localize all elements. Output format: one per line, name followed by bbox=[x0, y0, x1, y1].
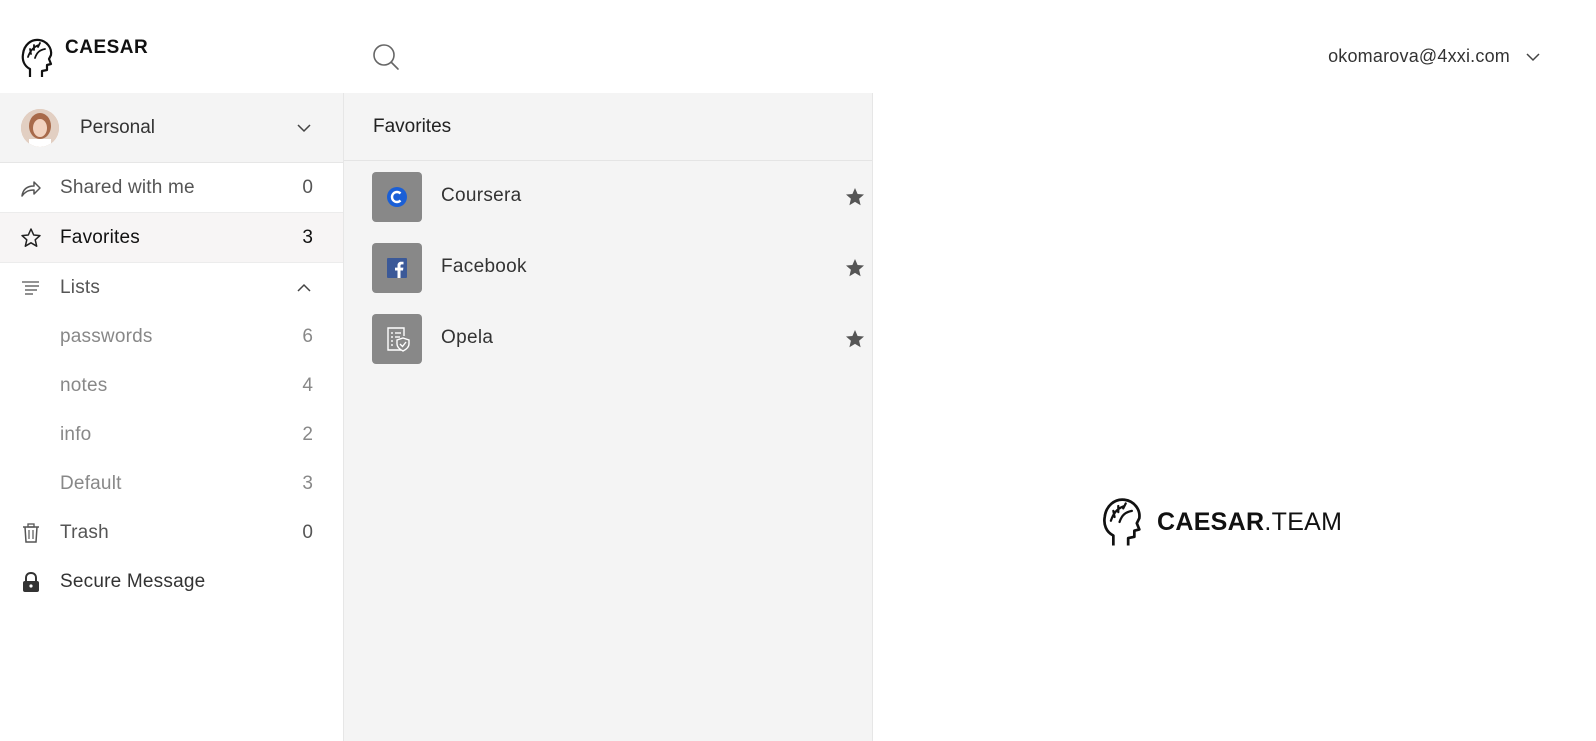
star-outline-icon bbox=[21, 227, 41, 247]
facebook-icon bbox=[372, 243, 422, 293]
sidebar-item-count: 6 bbox=[302, 325, 313, 347]
sidebar-item-label: Default bbox=[60, 472, 122, 494]
coursera-icon bbox=[372, 172, 422, 222]
sidebar-list-passwords[interactable]: passwords 6 bbox=[0, 312, 343, 361]
sidebar-item-label: passwords bbox=[60, 325, 153, 347]
list-item[interactable]: Coursera bbox=[344, 161, 872, 232]
sidebar-item-count: 0 bbox=[302, 521, 313, 543]
detail-panel: CAESAR.TEAM bbox=[873, 93, 1596, 741]
sidebar-item-lists[interactable]: Lists bbox=[0, 263, 343, 312]
sidebar-item-favorites[interactable]: Favorites 3 bbox=[0, 213, 343, 263]
sidebar-item-count: 4 bbox=[302, 374, 313, 396]
star-filled-icon[interactable] bbox=[845, 258, 865, 278]
search-icon[interactable] bbox=[372, 43, 400, 71]
star-filled-icon[interactable] bbox=[845, 187, 865, 207]
vault-name: Personal bbox=[80, 116, 155, 138]
caesar-head-icon bbox=[1103, 498, 1141, 546]
entries-panel: Favorites Coursera Facebook Opela bbox=[344, 93, 873, 741]
sidebar-list-default[interactable]: Default 3 bbox=[0, 459, 343, 508]
sidebar-item-count: 0 bbox=[302, 176, 313, 198]
sidebar-item-count: 3 bbox=[302, 226, 313, 248]
entries-title: Favorites bbox=[373, 115, 452, 137]
chevron-down-icon bbox=[1526, 52, 1540, 61]
lock-icon bbox=[23, 571, 39, 592]
document-shield-icon bbox=[372, 314, 422, 364]
sidebar-item-count: 2 bbox=[302, 423, 313, 445]
sidebar-item-label: notes bbox=[60, 374, 108, 396]
list-icon bbox=[22, 280, 39, 295]
entries-header: Favorites bbox=[344, 93, 872, 161]
avatar bbox=[21, 108, 59, 147]
sidebar: Personal Shared with me 0 Favorites 3 Li… bbox=[0, 93, 344, 741]
brand-logo: CAESAR.TEAM bbox=[1101, 496, 1342, 548]
sidebar-item-label: Secure Message bbox=[60, 570, 206, 592]
list-item[interactable]: Facebook bbox=[344, 232, 872, 303]
list-item[interactable]: Opela bbox=[344, 303, 872, 374]
sidebar-item-label: Trash bbox=[60, 521, 109, 543]
app-logo[interactable]: CAESAR bbox=[20, 37, 148, 79]
sidebar-item-trash[interactable]: Trash 0 bbox=[0, 508, 343, 557]
sidebar-list-info[interactable]: info 2 bbox=[0, 410, 343, 459]
app-logo-text: CAESAR bbox=[65, 37, 149, 58]
account-menu[interactable]: okomarova@4xxi.com bbox=[1328, 46, 1540, 67]
star-filled-icon[interactable] bbox=[845, 329, 865, 349]
caesar-head-icon bbox=[21, 38, 53, 77]
entry-name: Facebook bbox=[441, 256, 527, 277]
vault-selector[interactable]: Personal bbox=[0, 93, 343, 163]
chevron-down-icon bbox=[297, 124, 311, 133]
brand-text-bold: CAESAR bbox=[1157, 507, 1265, 536]
avatar-image bbox=[21, 108, 59, 147]
sidebar-item-label: info bbox=[60, 423, 92, 445]
entry-name: Opela bbox=[441, 327, 494, 348]
sidebar-item-label: Shared with me bbox=[60, 176, 195, 198]
sidebar-item-label: Lists bbox=[60, 276, 101, 298]
sidebar-list-notes[interactable]: notes 4 bbox=[0, 361, 343, 410]
trash-icon bbox=[23, 522, 39, 543]
share-icon bbox=[21, 180, 41, 197]
account-email: okomarova@4xxi.com bbox=[1328, 46, 1510, 66]
sidebar-item-label: Favorites bbox=[60, 226, 140, 248]
top-bar: CAESAR okomarova@4xxi.com bbox=[0, 0, 1596, 94]
brand-text: CAESAR.TEAM bbox=[1157, 508, 1342, 537]
sidebar-item-count: 3 bbox=[302, 472, 313, 494]
sidebar-item-secure-message[interactable]: Secure Message bbox=[0, 557, 343, 606]
sidebar-item-shared-with-me[interactable]: Shared with me 0 bbox=[0, 163, 343, 213]
chevron-up-icon[interactable] bbox=[297, 281, 311, 295]
brand-text-light: .TEAM bbox=[1264, 507, 1343, 536]
entry-name: Coursera bbox=[441, 185, 522, 206]
